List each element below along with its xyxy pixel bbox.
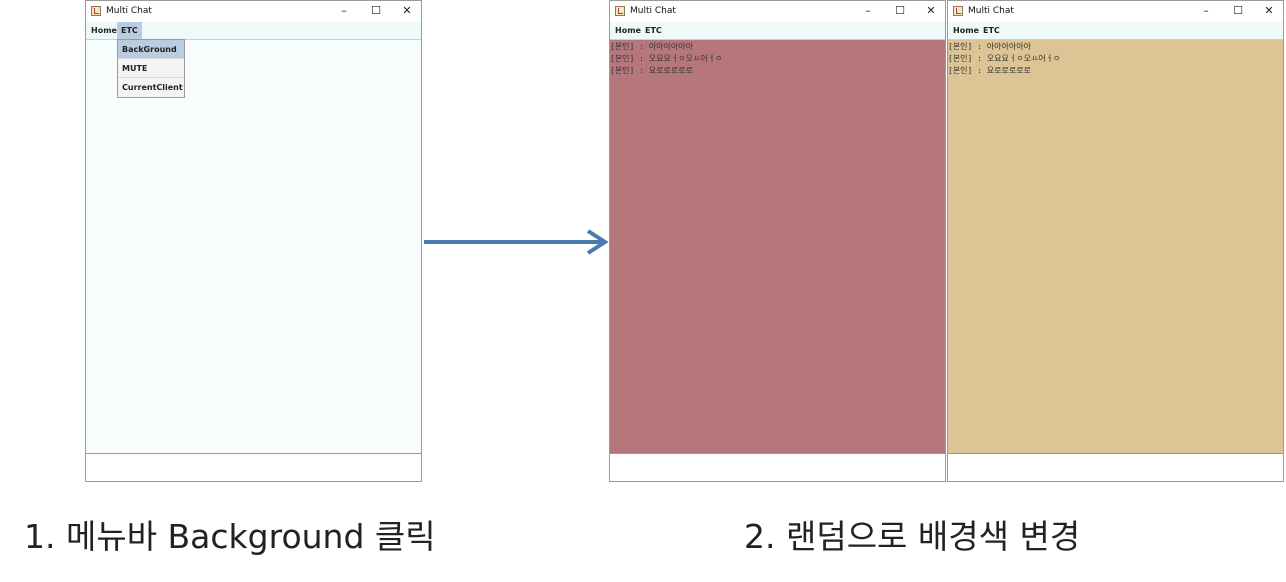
menu-home[interactable]: Home — [87, 22, 121, 39]
window-title: Multi Chat — [106, 6, 152, 16]
menu-bar: Home ETC — [610, 22, 945, 40]
message-input[interactable] — [86, 453, 421, 481]
caption-step-1: 1. 메뉴바 Background 클릭 — [24, 517, 436, 556]
java-app-icon — [953, 6, 963, 16]
chat-message: [본인] : 아아아아아아 — [610, 42, 693, 51]
menu-home[interactable]: Home — [949, 22, 983, 39]
chat-window-tan: Multi Chat – ☐ ✕ Home ETC [본인] : 아아아아아아 … — [947, 0, 1284, 482]
maximize-button[interactable]: ☐ — [361, 1, 391, 22]
message-input[interactable] — [610, 453, 945, 481]
window-title: Multi Chat — [630, 6, 676, 16]
title-bar: Multi Chat – ☐ ✕ — [610, 1, 945, 22]
menu-item-mute[interactable]: MUTE — [118, 59, 184, 78]
minimize-button[interactable]: – — [1191, 1, 1221, 22]
close-button[interactable]: ✕ — [1254, 1, 1284, 22]
title-bar: Multi Chat – ☐ ✕ — [86, 1, 421, 22]
arrow-right-icon — [424, 229, 609, 255]
chat-message: [본인] : 요로로로로로 — [948, 66, 1031, 75]
close-button[interactable]: ✕ — [916, 1, 946, 22]
message-input[interactable] — [948, 453, 1283, 481]
chat-message: [본인] : 요로로로로로 — [610, 66, 693, 75]
java-app-icon — [91, 6, 101, 16]
menu-etc[interactable]: ETC — [979, 22, 1004, 39]
menu-bar: Home ETC — [948, 22, 1283, 40]
chat-message: [본인] : 아아아아아아 — [948, 42, 1031, 51]
chat-window-red: Multi Chat – ☐ ✕ Home ETC [본인] : 아아아아아아 … — [609, 0, 946, 482]
chat-area: [본인] : 아아아아아아 [본인] : 오요요ㅓㅇ오ㅛ어ㅓㅇ [본인] : 요… — [948, 40, 1283, 454]
menu-bar: Home ETC — [86, 22, 421, 40]
chat-message: [본인] : 오요요ㅓㅇ오ㅛ어ㅓㅇ — [948, 54, 1061, 63]
chat-message: [본인] : 오요요ㅓㅇ오ㅛ어ㅓㅇ — [610, 54, 723, 63]
minimize-button[interactable]: – — [853, 1, 883, 22]
chat-area — [86, 40, 421, 454]
menu-etc[interactable]: ETC — [117, 22, 142, 39]
menu-etc[interactable]: ETC — [641, 22, 666, 39]
caption-step-2: 2. 랜덤으로 배경색 변경 — [744, 517, 1081, 556]
menu-item-current-client[interactable]: CurrentClient — [118, 78, 184, 97]
maximize-button[interactable]: ☐ — [885, 1, 915, 22]
maximize-button[interactable]: ☐ — [1223, 1, 1253, 22]
chat-window-before: Multi Chat – ☐ ✕ Home ETC BackGround MUT… — [85, 0, 422, 482]
window-title: Multi Chat — [968, 6, 1014, 16]
menu-home[interactable]: Home — [611, 22, 645, 39]
title-bar: Multi Chat – ☐ ✕ — [948, 1, 1283, 22]
etc-dropdown-menu: BackGround MUTE CurrentClient — [117, 39, 185, 98]
menu-item-background[interactable]: BackGround — [118, 40, 184, 59]
java-app-icon — [615, 6, 625, 16]
close-button[interactable]: ✕ — [392, 1, 422, 22]
minimize-button[interactable]: – — [329, 1, 359, 22]
chat-area: [본인] : 아아아아아아 [본인] : 오요요ㅓㅇ오ㅛ어ㅓㅇ [본인] : 요… — [610, 40, 945, 454]
